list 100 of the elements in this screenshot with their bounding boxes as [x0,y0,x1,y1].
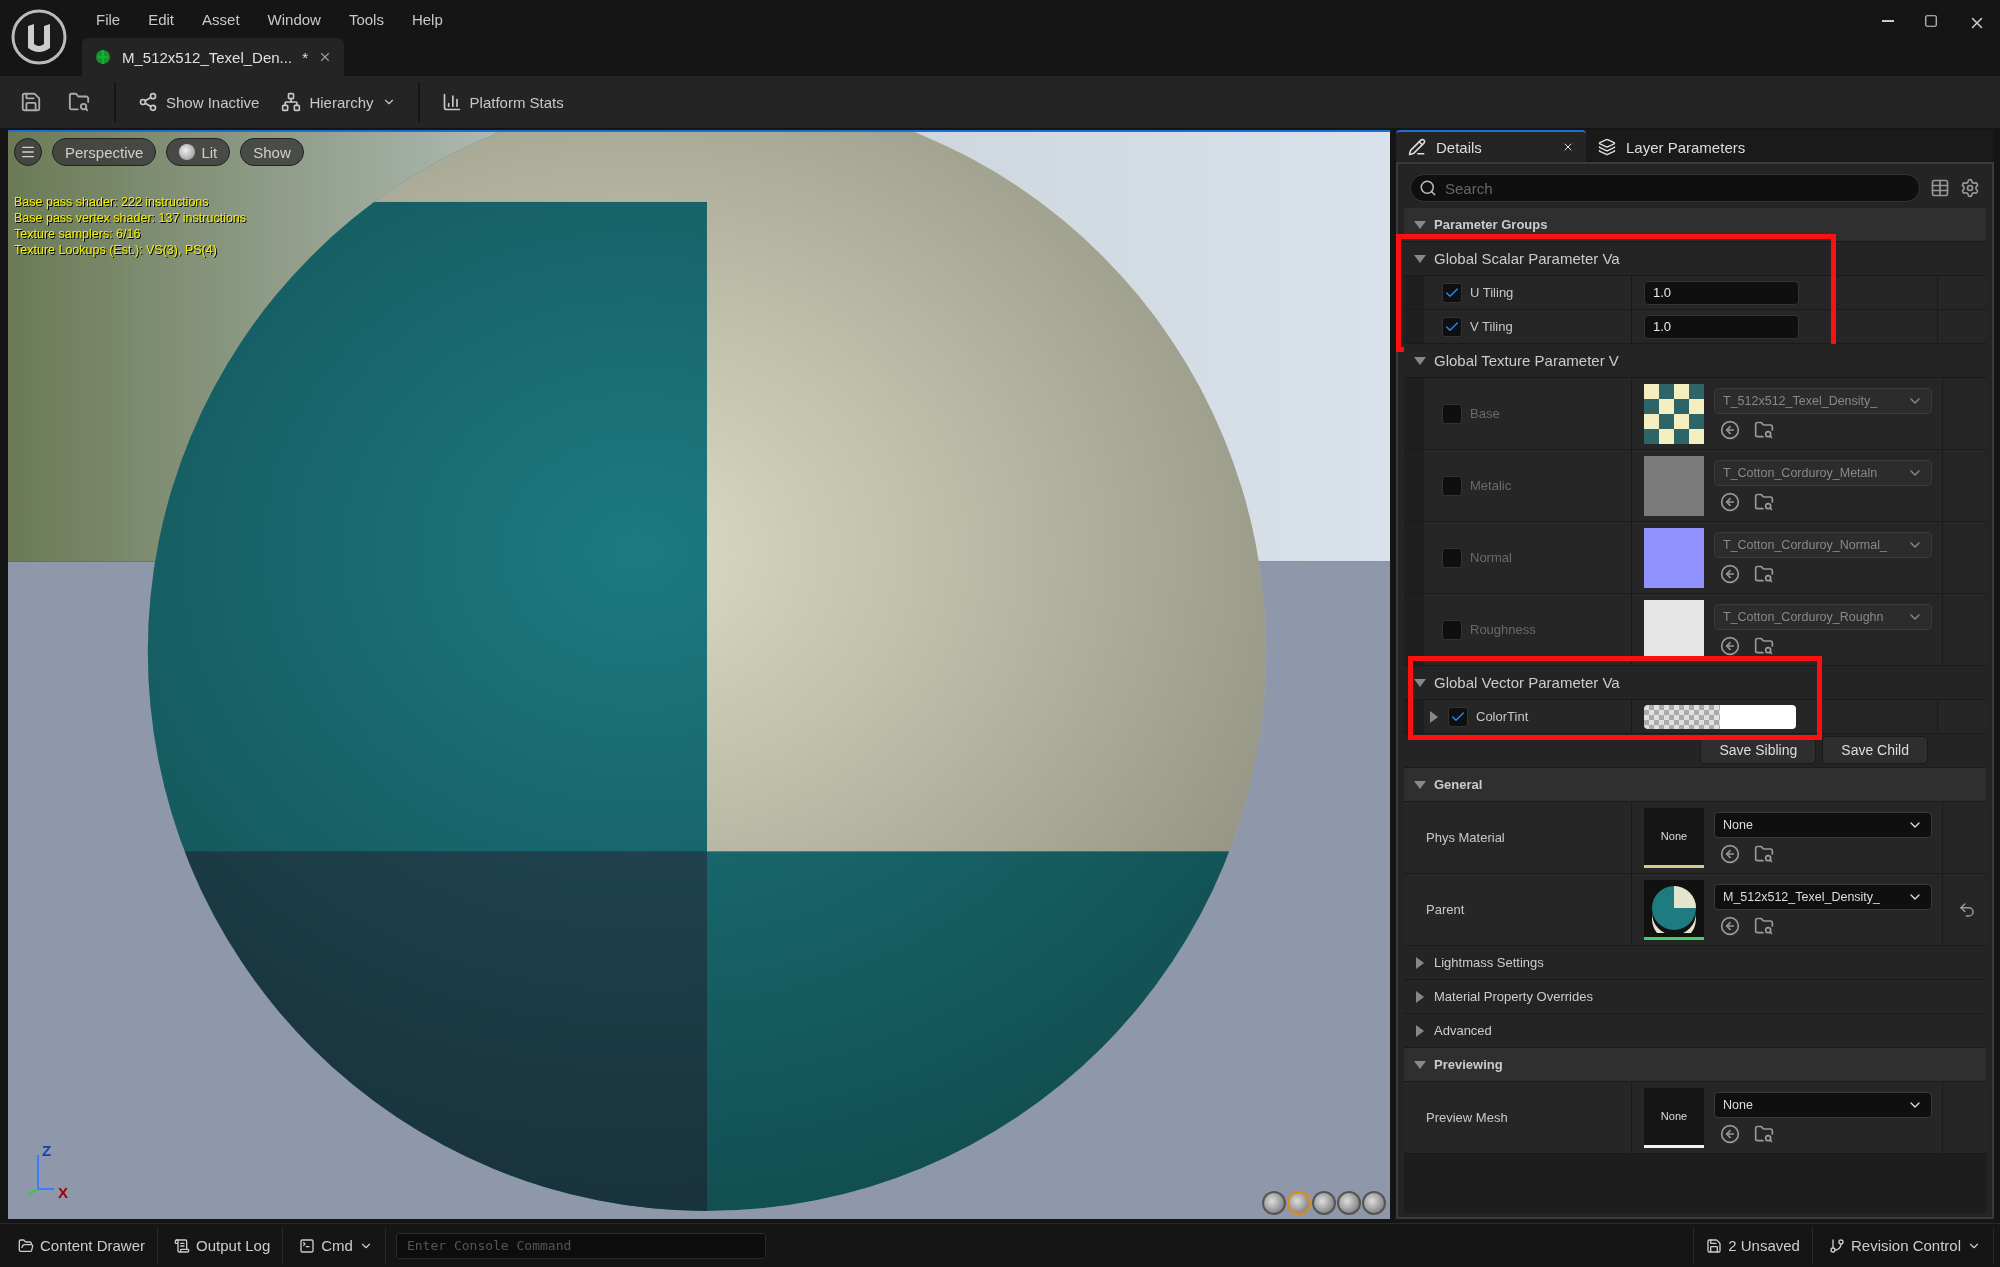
use-selected-button[interactable] [1720,635,1740,656]
status-button[interactable]: Cmd [287,1227,386,1264]
shader-stats-text: Base pass shader: 222 instructions [14,194,210,210]
parameter-label: ColorTint [1476,709,1529,724]
property-label: Preview Mesh [1426,1110,1508,1125]
browse-button[interactable] [1754,843,1774,864]
browse-button[interactable] [1754,635,1774,656]
shader-stats-text: Texture samplers: 6/16 [14,226,142,242]
property-label: Phys Material [1426,830,1505,845]
browse-button[interactable] [1754,563,1774,584]
asset-dropdown[interactable]: T_Cotton_Corduroy_Metaln [1714,459,1932,486]
collapse-arrow-icon[interactable] [1414,1060,1426,1069]
menu-item[interactable]: File [82,6,135,32]
asset-dropdown[interactable]: M_512x512_Texel_Density_ [1714,883,1932,910]
use-selected-button[interactable] [1720,563,1740,584]
viewport-button[interactable]: Perspective [52,138,157,166]
value-field[interactable]: 1.0 [1644,280,1799,305]
use-selected-button[interactable] [1720,843,1740,864]
checkbox[interactable] [1442,403,1462,424]
terminal-icon [299,1237,316,1254]
material-icon [94,48,112,66]
reset-button[interactable] [1958,900,1976,919]
use-selected-button[interactable] [1720,419,1740,440]
checkbox[interactable] [1442,282,1462,303]
toolbar-button[interactable]: Platform Stats [433,86,572,118]
use-selected-button[interactable] [1720,915,1740,936]
document-tab[interactable]: M_512x512_Texel_Den... * [82,38,344,76]
collapse-arrow-icon[interactable] [1414,356,1426,365]
checkbox[interactable] [1442,619,1462,640]
toolbar-button[interactable]: Show Inactive [130,86,268,118]
folder-search-icon [1754,419,1774,440]
expand-arrow-icon[interactable] [1416,956,1424,969]
collapse-arrow-icon[interactable] [1414,780,1426,789]
log-icon [174,1237,191,1254]
toolbar-dropdown[interactable]: Hierarchy [273,86,404,118]
checkbox[interactable] [1442,475,1462,496]
hierarchy-icon [281,92,302,112]
use-selected-button[interactable] [1720,1123,1740,1144]
arrow-circle-icon [1720,843,1740,864]
asset-dropdown[interactable]: None [1714,1091,1932,1118]
checkbox[interactable] [1442,547,1462,568]
section-header[interactable]: Global Texture Parameter V [1404,344,1986,378]
arrow-circle-icon [1720,915,1740,936]
status-button[interactable]: Content Drawer [6,1227,159,1264]
asset-dropdown[interactable]: T_512x512_Texel_Density_ [1714,387,1932,414]
viewport-button[interactable]: Lit [166,138,231,166]
menu-item[interactable]: Edit [134,6,189,32]
collapse-arrow-icon[interactable] [1414,678,1426,687]
parameter-label: U Tiling [1470,285,1514,300]
browse-button[interactable] [1754,1123,1774,1144]
checkbox[interactable] [1442,316,1462,337]
revision-control-button[interactable]: Revision Control [1816,1227,1994,1264]
minimize-icon [1882,20,1894,22]
use-selected-button[interactable] [1720,491,1740,512]
menu-item[interactable]: Tools [334,6,398,32]
asset-thumbnail: None [1644,807,1704,868]
light-icon [179,144,196,160]
collapse-arrow-icon[interactable] [1414,220,1426,229]
settings-button[interactable] [1960,178,1980,198]
menu-item[interactable]: Help [397,6,457,32]
section-header[interactable]: General [1404,768,1986,802]
viewport-render-drawing[interactable] [8,132,1390,1219]
logo-icon[interactable] [10,8,68,66]
section-header[interactable]: Previewing [1404,1048,1986,1082]
panel-tab[interactable]: Details [1396,130,1586,162]
folder-search-icon [1754,843,1774,864]
folder-search-icon [1754,915,1774,936]
shader-stats-text: Texture Lookups (Est.): VS(3), PS(4) [14,242,218,258]
chart-icon [441,92,462,112]
menu-item[interactable]: Asset [188,6,254,32]
panel-tab[interactable]: Layer Parameters [1586,130,1816,162]
folder-search-icon [1754,635,1774,656]
unsaved-button[interactable]: 2 Unsaved [1693,1227,1813,1264]
expand-arrow-icon[interactable] [1416,1024,1424,1037]
asset-dropdown[interactable]: T_Cotton_Corduroy_Roughn [1714,603,1932,630]
maximize-icon [1924,14,1938,28]
value-field[interactable]: 1.0 [1644,314,1799,339]
parameter-label: Roughness [1470,622,1536,637]
browse-button[interactable] [1754,419,1774,440]
asset-dropdown[interactable]: None [1714,811,1932,838]
menu-item[interactable]: Window [253,6,335,32]
asset-dropdown[interactable]: T_Cotton_Corduroy_Normal_ [1714,531,1932,558]
console-input[interactable]: Enter Console Command [395,1232,766,1259]
parameter-label: Metalic [1470,478,1512,493]
viewport-button[interactable]: Show [240,138,304,166]
save-button[interactable]: Save Child [1822,736,1928,764]
checkbox[interactable] [1448,706,1468,727]
undo-icon [1958,900,1976,919]
expand-arrow-icon[interactable] [1430,710,1438,723]
unsaved-mark: * [302,48,308,66]
asset-thumbnail: None [1644,1087,1704,1148]
collapse-arrow-icon[interactable] [1414,254,1426,263]
folder-icon [18,1237,34,1254]
status-button[interactable]: Output Log [162,1227,284,1264]
browse-button[interactable] [1754,915,1774,936]
browse-button[interactable] [1754,491,1774,512]
expand-arrow-icon[interactable] [1416,990,1424,1003]
search-field[interactable]: Search [1410,174,1920,202]
color-swatch[interactable] [1644,704,1796,729]
table-view-button[interactable] [1930,178,1950,198]
